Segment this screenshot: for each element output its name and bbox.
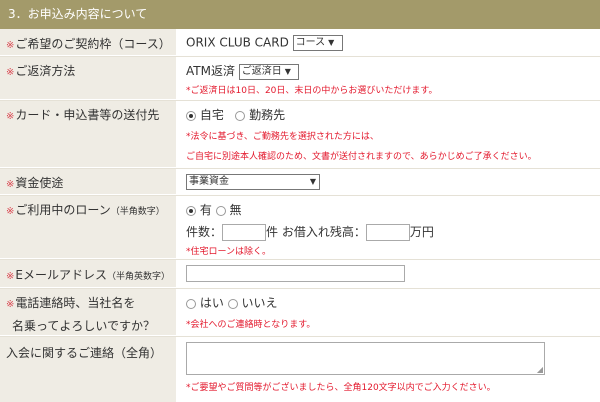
phone-note: *会社へのご連絡時となります。 bbox=[186, 320, 316, 330]
row-loans: ※ご利用中のローン（半角数字） 有 無 件数： 件 お借入れ残高： 万円 *住宅ロー… bbox=[0, 195, 600, 259]
value-email bbox=[177, 259, 600, 287]
value-mailing: 自宅 勤務先 *法令に基づき、ご勤務先を選択された方には、 ご自宅に別途本人確認… bbox=[177, 100, 600, 167]
product-name: ORIX CLUB CARD bbox=[186, 35, 289, 50]
label-purpose: ※資金使途 bbox=[0, 168, 176, 194]
radio-phone-yes-label[interactable]: はい bbox=[200, 296, 224, 310]
application-form: 3．お申込み内容について ※ご希望のご契約枠（コース） ORIX CLUB CA… bbox=[0, 0, 600, 402]
contact-textarea[interactable]: ◢ bbox=[186, 342, 545, 375]
radio-home-label[interactable]: 自宅 bbox=[200, 108, 224, 122]
radio-loan-no[interactable] bbox=[215, 205, 226, 216]
radio-home[interactable] bbox=[186, 110, 196, 121]
row-mailing: ※カード・申込書等の送付先 自宅 勤務先 *法令に基づき、ご勤務先を選択された方… bbox=[0, 100, 600, 168]
label-email: ※Eメールアドレス（半角英数字） bbox=[0, 259, 176, 287]
resize-handle-icon[interactable]: ◢ bbox=[537, 365, 543, 374]
value-purpose: 事業資金 ▼ bbox=[177, 168, 600, 194]
row-contact: 入会に関するご連絡（全角） ◢ *ご要望やご質問等がございましたら、全角120文… bbox=[0, 336, 600, 402]
contact-note: *ご要望やご質問等がございましたら、全角120文字以内でご入力ください。 bbox=[186, 383, 496, 393]
value-contract: ORIX CLUB CARD コース ▼ bbox=[177, 29, 600, 55]
value-phone: はい いいえ *会社へのご連絡時となります。 bbox=[177, 288, 600, 335]
loan-balance-input[interactable] bbox=[365, 224, 410, 241]
label-loans: ※ご利用中のローン（半角数字） bbox=[0, 195, 176, 258]
chevron-down-icon: ▼ bbox=[284, 66, 291, 76]
mailing-note-1: *法令に基づき、ご勤務先を選択された方には、 bbox=[186, 132, 379, 142]
radio-work-label[interactable]: 勤務先 bbox=[249, 108, 285, 122]
required-mark: ※ bbox=[6, 40, 15, 51]
radio-phone-no[interactable] bbox=[227, 298, 238, 309]
radio-loan-yes-label[interactable]: 有 bbox=[200, 203, 212, 217]
radio-work[interactable] bbox=[235, 110, 246, 121]
divider bbox=[0, 168, 600, 169]
loan-count-input[interactable] bbox=[222, 224, 267, 241]
repayment-note: *ご返済日は10日、20日、末日の中からお選びいただけます。 bbox=[186, 85, 438, 96]
radio-phone-no-label[interactable]: いいえ bbox=[242, 296, 278, 310]
section-title: 3．お申込み内容について bbox=[8, 7, 148, 21]
row-email: ※Eメールアドレス（半角英数字） bbox=[0, 259, 600, 288]
radio-loan-no-label[interactable]: 無 bbox=[230, 203, 242, 217]
mailing-note-2: ご自宅に別途本人確認のため、文書が送付されますので、あらかじめご了承ください。 bbox=[186, 152, 537, 162]
divider bbox=[0, 259, 600, 260]
value-contact: ◢ *ご要望やご質問等がございましたら、全角120文字以内でご入力ください。 bbox=[177, 336, 600, 402]
row-contract: ※ご希望のご契約枠（コース） ORIX CLUB CARD コース ▼ bbox=[0, 29, 600, 56]
divider bbox=[0, 195, 600, 196]
divider bbox=[0, 56, 600, 57]
divider bbox=[0, 100, 600, 101]
label-repayment: ※ご返済方法 bbox=[0, 56, 176, 99]
purpose-select[interactable]: 事業資金 ▼ bbox=[186, 174, 320, 190]
value-loans: 有 無 件数： 件 お借入れ残高： 万円 *住宅ローンは除く。 bbox=[177, 195, 600, 258]
loan-count-label: 件数： bbox=[186, 225, 223, 239]
section-header: 3．お申込み内容について bbox=[0, 0, 600, 29]
label-phone: ※電話連絡時、当社名を 名乗ってよろしいですか？ bbox=[0, 288, 176, 335]
loans-note: *住宅ローンは除く。 bbox=[186, 247, 272, 257]
loan-balance-unit: 万円 bbox=[409, 225, 434, 239]
divider bbox=[0, 288, 600, 289]
repayment-date-select[interactable]: ご返済日 ▼ bbox=[238, 63, 299, 80]
loan-count-unit: 件 bbox=[266, 225, 279, 239]
loan-balance-label: お借入れ残高： bbox=[281, 225, 366, 239]
chevron-down-icon: ▼ bbox=[309, 177, 316, 186]
label-mailing: ※カード・申込書等の送付先 bbox=[0, 100, 176, 167]
value-repayment: ATM返済 ご返済日 ▼ *ご返済日は10日、20日、末日の中からお選びいただけま… bbox=[177, 56, 600, 99]
repayment-method: ATM返済 bbox=[186, 64, 235, 78]
row-phone: ※電話連絡時、当社名を 名乗ってよろしいですか？ はい いいえ *会社へのご連絡… bbox=[0, 288, 600, 336]
divider bbox=[0, 336, 600, 337]
radio-phone-yes[interactable] bbox=[186, 298, 196, 309]
label-contact: 入会に関するご連絡（全角） bbox=[0, 336, 176, 402]
row-repayment: ※ご返済方法 ATM返済 ご返済日 ▼ *ご返済日は10日、20日、末日の中からお… bbox=[0, 56, 600, 100]
chevron-down-icon: ▼ bbox=[328, 38, 335, 47]
row-purpose: ※資金使途 事業資金 ▼ bbox=[0, 168, 600, 195]
email-input[interactable] bbox=[186, 265, 405, 282]
radio-loan-yes[interactable] bbox=[186, 205, 196, 216]
course-select[interactable]: コース ▼ bbox=[292, 35, 343, 51]
label-contract: ※ご希望のご契約枠（コース） bbox=[0, 29, 176, 55]
